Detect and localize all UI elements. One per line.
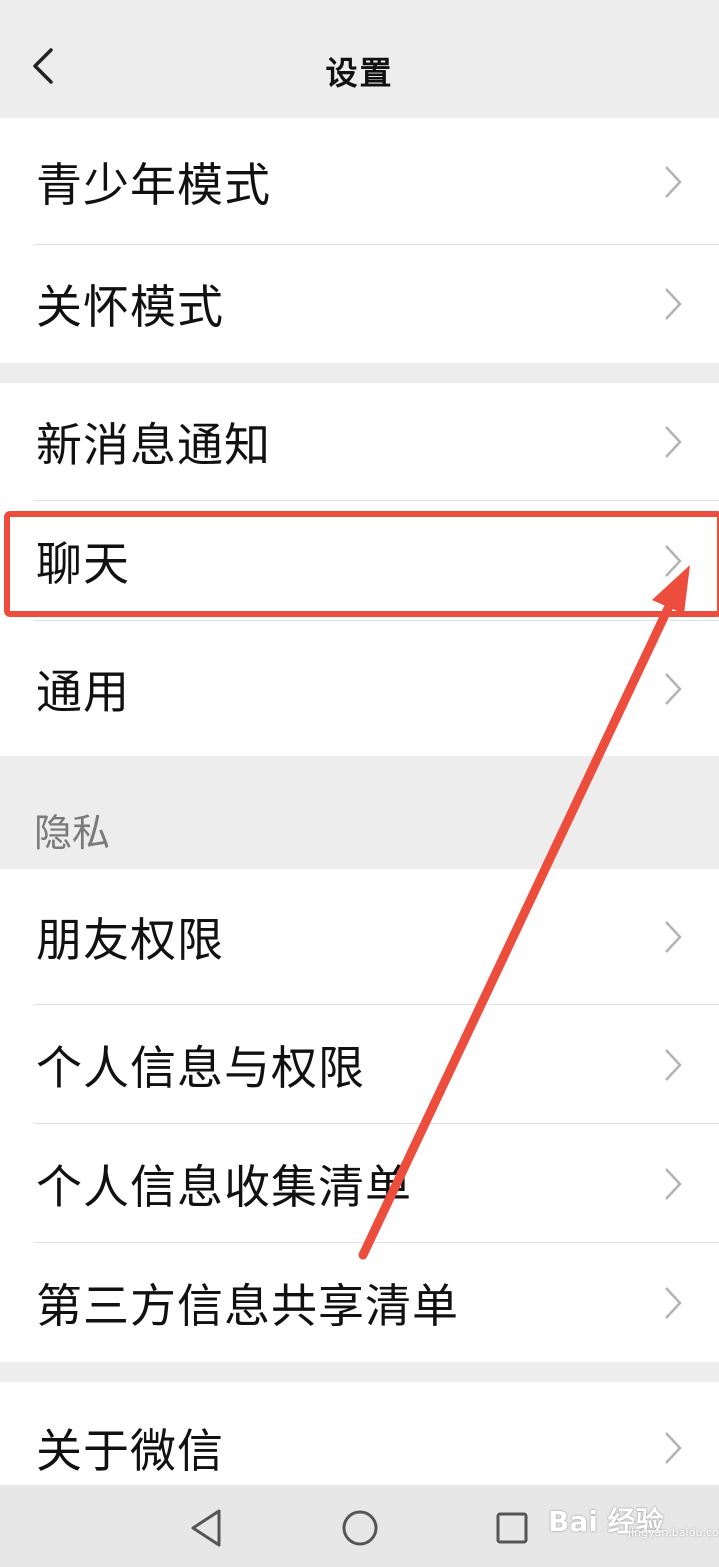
- chevron-right-icon: [665, 426, 682, 458]
- chevron-right-icon: [665, 672, 682, 705]
- chevron-right-icon: [665, 1167, 682, 1200]
- square-recents-icon[interactable]: [487, 1503, 537, 1553]
- settings-item-third-party-sharing[interactable]: 第三方信息共享清单: [0, 1243, 719, 1362]
- watermark-sub: jingyan.baidu.com: [628, 1526, 719, 1539]
- settings-item-label: 通用: [36, 664, 130, 719]
- settings-item-label: 聊天: [36, 537, 130, 591]
- page-title: 设置: [325, 54, 394, 92]
- settings-item-label: 个人信息收集清单: [36, 1159, 412, 1214]
- chevron-right-icon: [665, 545, 682, 577]
- settings-item-chat[interactable]: 聊天: [0, 501, 719, 621]
- section-label-privacy: 隐私: [34, 811, 111, 855]
- chevron-right-icon: [665, 1048, 682, 1081]
- settings-item-label: 关怀模式: [36, 280, 224, 334]
- chevron-right-icon: [665, 921, 682, 953]
- settings-item-label: 朋友权限: [36, 913, 224, 967]
- baidu-jingyan-watermark: Bai 经验 jingyan.baidu.com: [548, 1496, 719, 1546]
- settings-item-personal-info-collection[interactable]: 个人信息收集清单: [0, 1124, 719, 1243]
- settings-item-general[interactable]: 通用: [0, 621, 719, 756]
- settings-item-about-wechat[interactable]: 关于微信: [0, 1382, 719, 1485]
- chevron-right-icon: [665, 1431, 682, 1464]
- settings-item-friend-permissions[interactable]: 朋友权限: [0, 869, 719, 1005]
- settings-item-label: 关于微信: [36, 1423, 224, 1478]
- chevron-right-icon: [665, 165, 682, 198]
- settings-item-teen-mode[interactable]: 青少年模式: [0, 118, 719, 245]
- settings-item-label: 第三方信息共享清单: [36, 1278, 459, 1333]
- settings-item-label: 个人信息与权限: [36, 1040, 365, 1095]
- status-bar: [0, 0, 719, 14]
- settings-item-care-mode[interactable]: 关怀模式: [0, 245, 719, 363]
- settings-item-label: 新消息通知: [36, 418, 271, 472]
- header: 设置: [0, 14, 719, 118]
- triangle-back-icon[interactable]: [181, 1503, 231, 1553]
- settings-item-personal-info-permissions[interactable]: 个人信息与权限: [0, 1005, 719, 1124]
- chevron-right-icon: [665, 288, 682, 320]
- circle-home-icon[interactable]: [335, 1503, 385, 1553]
- settings-item-label: 青少年模式: [36, 157, 271, 212]
- chevron-right-icon: [665, 1286, 682, 1319]
- settings-item-new-message-notification[interactable]: 新消息通知: [0, 383, 719, 501]
